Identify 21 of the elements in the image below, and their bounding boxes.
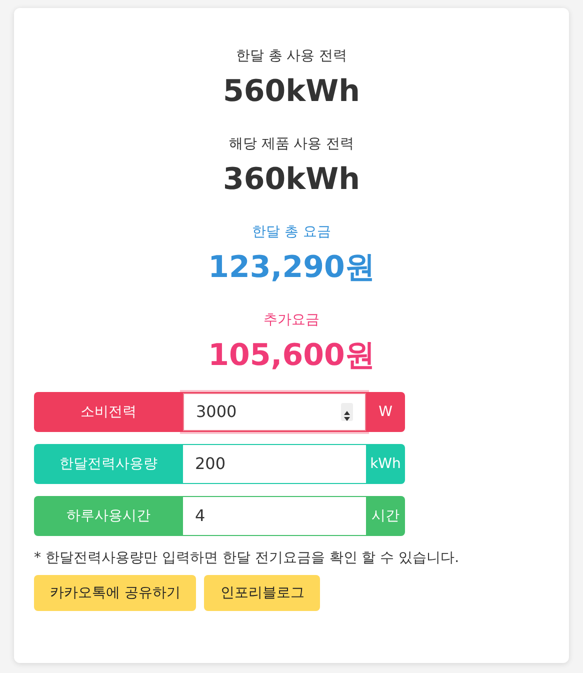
stat-label: 한달 총 사용 전력 xyxy=(234,47,348,66)
share-button[interactable]: 인포리블로그 xyxy=(204,575,320,611)
share-button[interactable]: 카카오톡에 공유하기 xyxy=(34,575,196,611)
stat-value: 560kWh xyxy=(222,73,362,111)
field-label: 한달전력사용량 xyxy=(58,454,158,474)
stat-value: 360kWh xyxy=(222,161,362,199)
stat-label: 해당 제품 사용 전력 xyxy=(228,135,356,154)
stat-value: 123,290원 xyxy=(207,249,376,287)
stat-label: 한달 총 요금 xyxy=(251,223,332,242)
spinner-icon[interactable] xyxy=(341,403,353,421)
unit-label: kWh xyxy=(369,454,402,474)
unit-label: W xyxy=(378,402,394,422)
input-field[interactable]: 200 xyxy=(183,445,366,483)
stat-label: 추가요금 xyxy=(262,311,320,330)
unit-label: 시간 xyxy=(370,506,400,526)
field-label: 하루사용시간 xyxy=(66,506,152,526)
note-text: * 한달전력사용량만 입력하면 한달 전기요금을 확인 할 수 있습니다. xyxy=(34,549,460,568)
field-label: 소비전력 xyxy=(80,402,138,422)
stat-value: 105,600원 xyxy=(207,337,376,375)
input-field[interactable]: 4 xyxy=(183,497,366,535)
input-field[interactable]: 3000 xyxy=(183,393,366,431)
